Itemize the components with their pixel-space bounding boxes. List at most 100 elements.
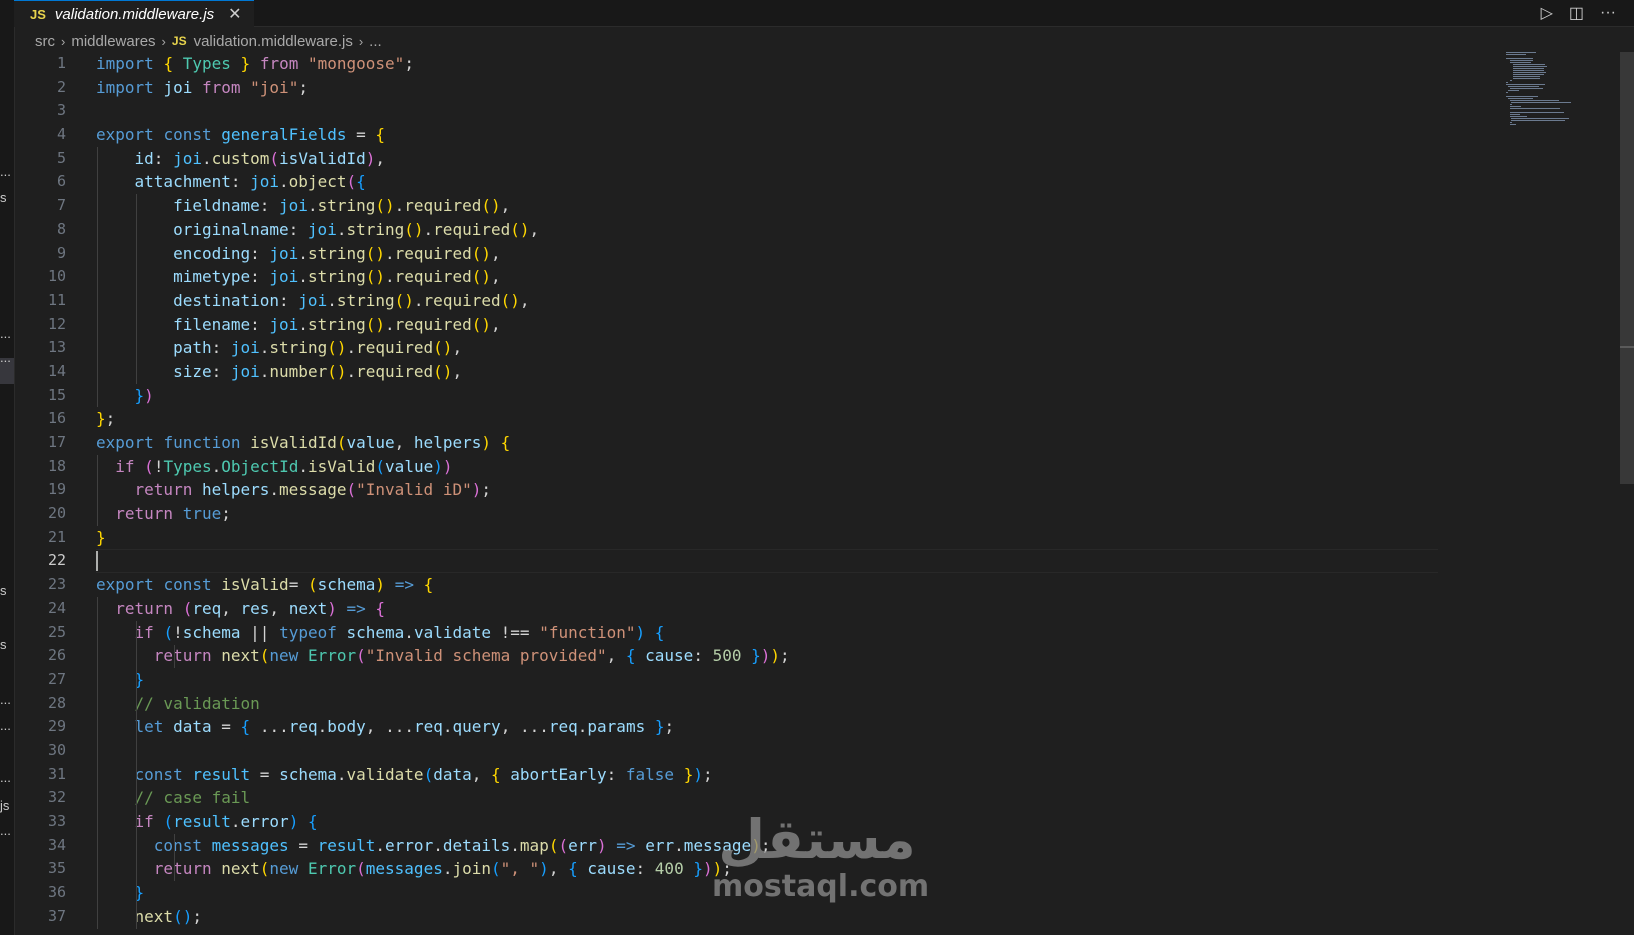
explorer-panel-edge[interactable]: ... s ... ... s s ... ... ... js ... — [0, 0, 15, 935]
minimap-line — [1506, 82, 1508, 83]
code-text: return helpers.message("Invalid iD"); — [96, 478, 491, 502]
code-line[interactable]: 16}; — [14, 407, 1494, 431]
code-token: { — [356, 172, 366, 192]
code-line[interactable]: 32 // case fail — [14, 786, 1494, 810]
breadcrumb-item-src[interactable]: src — [35, 33, 55, 50]
code-line[interactable]: 6 attachment: joi.object({ — [14, 170, 1494, 194]
minimap[interactable] — [1506, 52, 1586, 132]
code-token: () — [173, 906, 193, 926]
explorer-fragment: ... — [0, 350, 11, 365]
line-number: 9 — [56, 243, 66, 262]
vertical-scrollbar[interactable] — [1620, 52, 1634, 935]
code-token: . — [279, 172, 289, 192]
code-line[interactable]: 3 — [14, 99, 1494, 123]
code-line[interactable]: 21} — [14, 526, 1494, 550]
code-token: } — [693, 859, 703, 879]
code-token: object — [288, 172, 347, 192]
close-icon[interactable]: ✕ — [228, 4, 241, 24]
code-token: () — [375, 196, 395, 216]
code-line[interactable]: 11 destination: joi.string().required(), — [14, 289, 1494, 313]
code-token: : — [250, 314, 270, 334]
code-line[interactable]: 10 mimetype: joi.string().required(), — [14, 265, 1494, 289]
code-line[interactable]: 22 — [14, 549, 1494, 574]
code-line[interactable]: 25 if (!schema || typeof schema.validate… — [14, 621, 1494, 645]
code-text: } — [96, 526, 106, 550]
code-editor[interactable]: 1 import { Types } from "mongoose"; 2 impor… — [14, 52, 1494, 935]
code-line[interactable]: 23 export const isValid= (schema) => { — [14, 573, 1494, 597]
line-number: 22 — [47, 551, 66, 570]
code-line[interactable]: 1 import { Types } from "mongoose"; — [14, 52, 1494, 76]
code-token: . — [510, 835, 520, 855]
code-token: mimetype — [173, 267, 251, 287]
code-line[interactable]: 5 id: joi.custom(isValidId), — [14, 147, 1494, 171]
code-token: ; — [664, 717, 675, 737]
code-line[interactable]: 20 return true; — [14, 502, 1494, 526]
code-line[interactable]: 4 export const generalFields = { — [14, 123, 1494, 147]
minimap-line — [1513, 76, 1541, 77]
code-text: mimetype: joi.string().required(), — [96, 265, 501, 289]
code-line[interactable]: 24 return (req, res, next) => { — [14, 597, 1494, 621]
code-token: . — [307, 196, 318, 216]
code-token: Error — [307, 859, 357, 879]
code-token: query — [452, 717, 501, 737]
code-token: joi — [250, 172, 280, 192]
minimap-line — [1507, 86, 1540, 87]
code-line[interactable]: 28 // validation — [14, 692, 1494, 716]
scrollbar-thumb[interactable] — [1620, 52, 1634, 484]
code-token: : — [211, 361, 231, 381]
code-token: next — [134, 906, 174, 926]
code-token: const — [163, 575, 212, 595]
code-line[interactable]: 7 fieldname: joi.string().required(), — [14, 194, 1494, 218]
code-line[interactable]: 18 if (!Types.ObjectId.isValid(value)) — [14, 455, 1494, 479]
code-line[interactable]: 29 let data = { ...req.body, ...req.quer… — [14, 715, 1494, 739]
breadcrumb-item-file[interactable]: validation.middleware.js — [194, 33, 353, 50]
code-line[interactable]: 13 path: joi.string().required(), — [14, 336, 1494, 360]
code-token: import — [96, 54, 154, 73]
code-line[interactable]: 12 filename: joi.string().required(), — [14, 313, 1494, 337]
code-token: ) — [327, 598, 337, 618]
code-line[interactable]: 8 originalname: joi.string().required(), — [14, 218, 1494, 242]
breadcrumb-item-symbol[interactable]: ... — [369, 33, 382, 50]
code-line[interactable]: 31 const result = schema.validate(data, … — [14, 763, 1494, 787]
code-line[interactable]: 30 — [14, 739, 1494, 763]
code-line[interactable]: 26 return next(new Error("Invalid schema… — [14, 644, 1494, 668]
code-token: ( — [346, 480, 357, 500]
code-token: const — [153, 835, 202, 855]
code-line[interactable]: 15 }) — [14, 384, 1494, 408]
code-token: next — [221, 646, 260, 666]
code-line[interactable]: 27 } — [14, 668, 1494, 692]
code-token: ( — [269, 148, 280, 168]
split-editor-icon[interactable]: ◫ — [1569, 3, 1584, 23]
breadcrumb-item-middlewares[interactable]: middlewares — [71, 33, 155, 50]
code-line[interactable]: 2 import joi from "joi"; — [14, 76, 1494, 100]
code-line[interactable]: 19 return helpers.message("Invalid iD"); — [14, 478, 1494, 502]
chevron-right-icon: › — [358, 33, 364, 49]
code-token: , — [452, 361, 463, 381]
code-token: typeof — [279, 622, 337, 642]
minimap-line — [1509, 124, 1516, 125]
tab-validation-middleware[interactable]: JS validation.middleware.js ✕ — [14, 0, 254, 27]
more-actions-icon[interactable]: ··· — [1600, 4, 1616, 22]
code-line[interactable]: 17 export function isValidId(value, helpe… — [14, 431, 1494, 455]
run-icon[interactable]: ▷ — [1541, 3, 1553, 23]
code-token: 400 — [654, 859, 684, 879]
code-token: , — [375, 148, 386, 168]
minimap-line — [1509, 108, 1560, 109]
code-line[interactable]: 9 encoding: joi.string().required(), — [14, 242, 1494, 266]
code-text: } — [96, 881, 145, 905]
js-file-icon: JS — [171, 34, 187, 48]
minimap-line — [1506, 58, 1533, 59]
minimap-line — [1511, 118, 1569, 119]
code-token: params — [587, 717, 646, 737]
line-number: 2 — [56, 77, 66, 96]
code-line[interactable]: 14 size: joi.number().required(), — [14, 360, 1494, 384]
